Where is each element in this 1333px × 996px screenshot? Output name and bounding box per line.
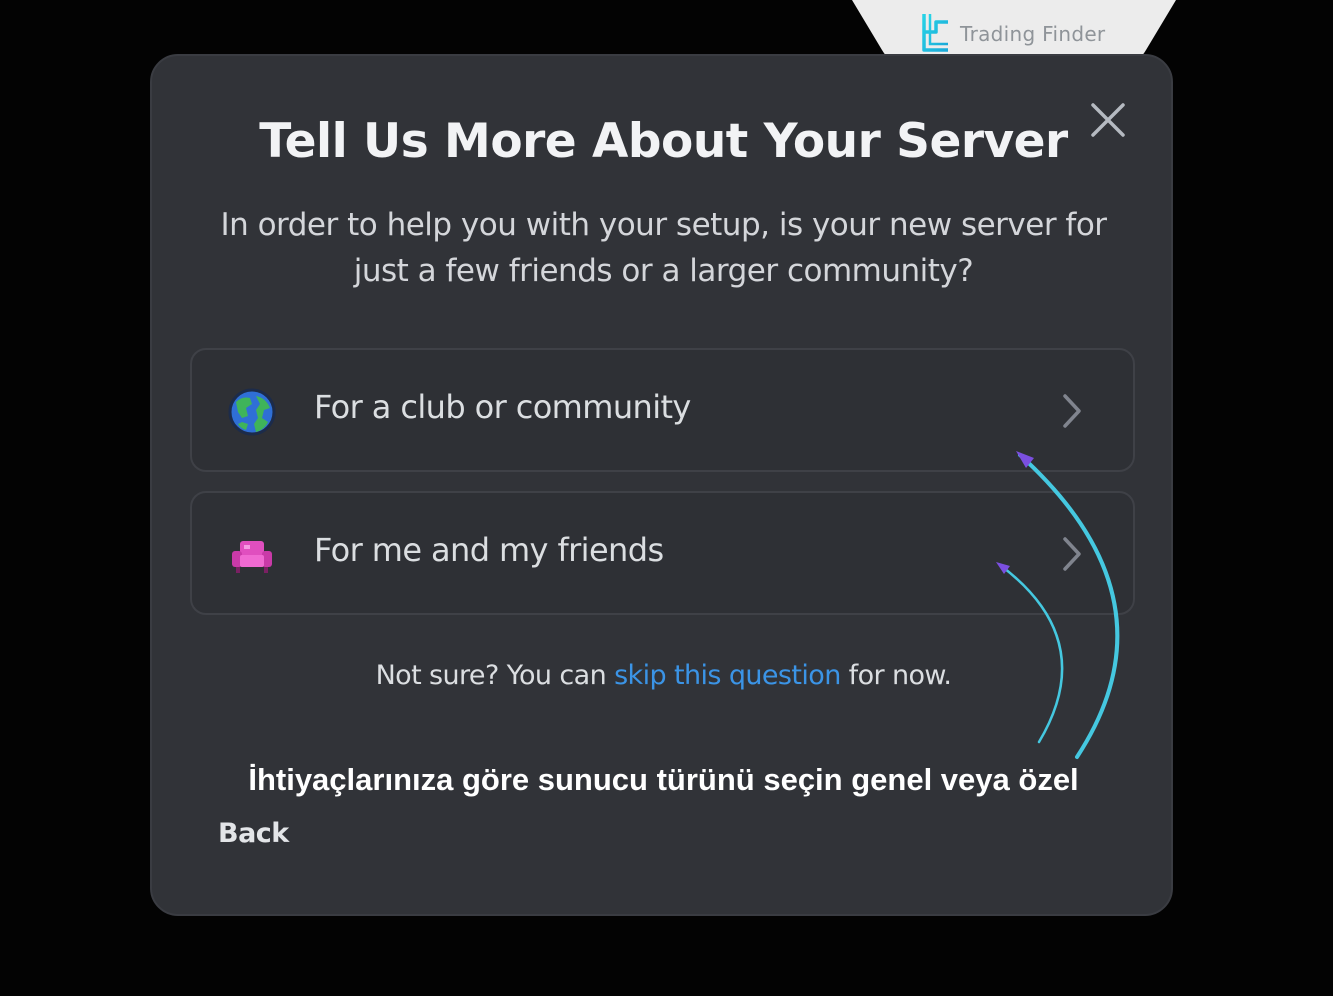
server-setup-modal: Tell Us More About Your Server In order … <box>150 54 1173 916</box>
option-club-community[interactable]: For a club or community <box>190 348 1135 472</box>
page: Trading Finder Tell Us More About Your S… <box>0 0 1333 996</box>
back-button[interactable]: Back <box>218 818 289 849</box>
annotation-caption: İhtiyaçlarınıza göre sunucu türünü seçin… <box>248 762 1079 797</box>
chevron-right-icon <box>1063 537 1081 571</box>
option-label: For a club or community <box>314 388 691 426</box>
skip-suffix: for now. <box>840 660 952 691</box>
brand-name: Trading Finder <box>960 22 1106 46</box>
globe-icon <box>228 388 276 436</box>
trading-finder-logo-icon <box>922 14 948 52</box>
skip-question-text: Not sure? You can skip this question for… <box>152 660 1175 691</box>
couch-icon <box>232 541 272 573</box>
option-me-and-friends[interactable]: For me and my friends <box>190 491 1135 615</box>
option-label: For me and my friends <box>314 531 664 569</box>
skip-prefix: Not sure? You can <box>375 660 615 691</box>
modal-subtitle: In order to help you with your setup, is… <box>220 207 1107 289</box>
skip-question-link[interactable]: skip this question <box>614 660 841 691</box>
chevron-right-icon <box>1063 394 1081 428</box>
modal-title: Tell Us More About Your Server <box>259 114 1068 169</box>
